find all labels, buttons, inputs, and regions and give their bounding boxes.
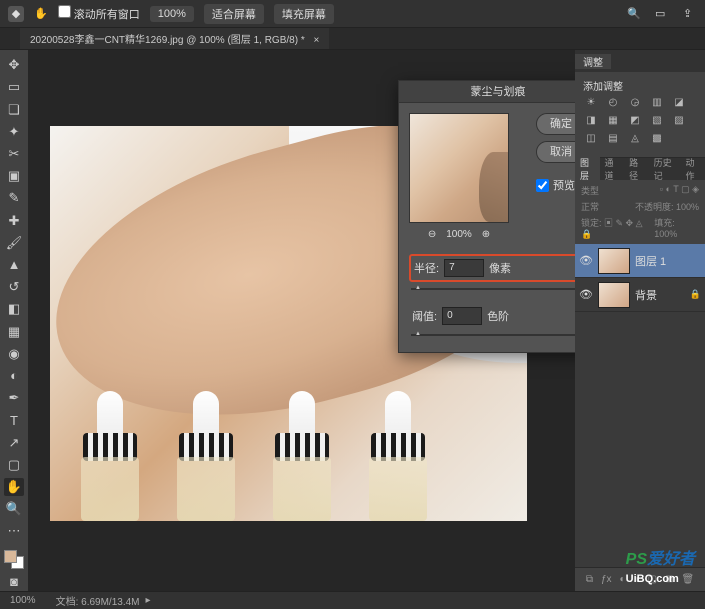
- tools-panel: ✥ ▭ ❏ ✦ ✂ ▣ ✎ ✚ 🖌 ▲ ↺ ◧ ▦ ◉ ◐ ✒ T ↗ ▢ ✋ …: [0, 50, 28, 591]
- threshold-label: 阈值:: [412, 308, 437, 324]
- blur-tool[interactable]: ◉: [4, 345, 24, 363]
- scroll-all-checkbox[interactable]: 滚动所有窗口: [58, 5, 140, 22]
- layer-thumbnail[interactable]: [598, 248, 630, 274]
- path-tool[interactable]: ↗: [4, 433, 24, 451]
- move-tool[interactable]: ✥: [4, 56, 24, 74]
- lock-icon: 🔒: [690, 289, 701, 300]
- radius-unit: 像素: [489, 260, 511, 276]
- watermark: PS爱好者 UiBQ.com: [626, 545, 695, 587]
- hand-tool[interactable]: ✋: [4, 478, 24, 496]
- history-brush-tool[interactable]: ↺: [4, 278, 24, 296]
- adjustments-tab[interactable]: 调整: [575, 54, 611, 69]
- gradient-tool[interactable]: ▦: [4, 322, 24, 340]
- right-panels: 调整 添加调整 ☀◴◶▥◪ ◨▦◩▧▨ ◫▤◬▩ 图层 通道 路径 历史记 动作…: [575, 50, 705, 591]
- pen-tool[interactable]: ✒: [4, 389, 24, 407]
- blend-mode-select[interactable]: 正常: [581, 200, 599, 213]
- history-tab[interactable]: 历史记: [649, 156, 681, 182]
- edit-toolbar[interactable]: ⋯: [4, 522, 24, 540]
- color-swatches[interactable]: [4, 550, 24, 568]
- options-bar: ◆ ✋ 滚动所有窗口 100% 适合屏幕 填充屏幕 🔍 ▭ ⇪: [0, 0, 705, 28]
- tab-filename: 20200528李鑫一CNT精华1269.jpg @ 100% (图层 1, R…: [30, 35, 305, 46]
- workspace-icon[interactable]: ▭: [655, 7, 669, 21]
- zoom-tool[interactable]: 🔍: [4, 500, 24, 518]
- actions-tab[interactable]: 动作: [680, 156, 705, 182]
- fit-screen-button[interactable]: 适合屏幕: [204, 4, 264, 24]
- fill-screen-button[interactable]: 填充屏幕: [274, 4, 334, 24]
- shape-tool[interactable]: ▢: [4, 456, 24, 474]
- marquee-tool[interactable]: ▭: [4, 78, 24, 96]
- frame-tool[interactable]: ▣: [4, 167, 24, 185]
- layer-list: 👁 图层 1 👁 背景 🔒: [575, 244, 705, 567]
- type-tool[interactable]: T: [4, 411, 24, 429]
- foreground-swatch[interactable]: [4, 550, 17, 563]
- zoom-percent: 100%: [446, 229, 472, 240]
- hand-tool-icon[interactable]: ✋: [34, 7, 48, 20]
- brush-tool[interactable]: 🖌: [4, 234, 24, 252]
- layer-thumbnail[interactable]: [598, 282, 630, 308]
- eyedropper-tool[interactable]: ✎: [4, 189, 24, 207]
- quickmask-tool[interactable]: ◙: [4, 573, 24, 591]
- add-adjustment-label: 添加调整: [583, 78, 697, 93]
- dodge-tool[interactable]: ◐: [4, 367, 24, 385]
- preview-checkbox[interactable]: [536, 179, 549, 192]
- crop-tool[interactable]: ✂: [4, 145, 24, 163]
- heal-tool[interactable]: ✚: [4, 211, 24, 229]
- radius-label: 半径:: [414, 260, 439, 276]
- visibility-icon[interactable]: 👁: [579, 254, 593, 267]
- radius-row: 半径: 7 像素: [409, 254, 575, 282]
- kind-label: 类型: [581, 184, 599, 197]
- layer-name[interactable]: 图层 1: [635, 253, 666, 269]
- radius-input[interactable]: 7: [444, 259, 484, 277]
- threshold-input[interactable]: 0: [442, 307, 482, 325]
- close-tab-icon[interactable]: ×: [314, 35, 320, 46]
- channels-tab[interactable]: 通道: [600, 156, 625, 182]
- ok-button[interactable]: 确定: [536, 113, 575, 135]
- app-logo: ◆: [8, 6, 24, 22]
- cancel-button[interactable]: 取消: [536, 141, 575, 163]
- document-tabs: 20200528李鑫一CNT精华1269.jpg @ 100% (图层 1, R…: [0, 28, 705, 50]
- radius-slider[interactable]: [411, 288, 575, 290]
- zoom-level-button[interactable]: 100%: [150, 6, 194, 22]
- layer-row[interactable]: 👁 背景 🔒: [575, 278, 705, 312]
- threshold-row: 阈值: 0 色阶: [409, 304, 575, 328]
- status-zoom[interactable]: 100%: [10, 595, 36, 606]
- share-icon[interactable]: ⇪: [683, 7, 697, 21]
- document-tab[interactable]: 20200528李鑫一CNT精华1269.jpg @ 100% (图层 1, R…: [20, 28, 329, 49]
- layer-name[interactable]: 背景: [635, 287, 657, 303]
- visibility-icon[interactable]: 👁: [579, 288, 593, 301]
- threshold-unit: 色阶: [487, 308, 509, 324]
- link-layers-icon[interactable]: ⧉: [586, 574, 593, 585]
- paths-tab[interactable]: 路径: [624, 156, 649, 182]
- fx-icon[interactable]: ƒx: [601, 574, 612, 585]
- preview-label: 预览: [553, 177, 575, 193]
- wand-tool[interactable]: ✦: [4, 123, 24, 141]
- status-doc-size: 文档: 6.69M/13.4M: [56, 593, 140, 608]
- lasso-tool[interactable]: ❏: [4, 100, 24, 118]
- layers-tab[interactable]: 图层: [575, 156, 600, 182]
- dust-scratches-dialog: 蒙尘与划痕 确定 取消 预览 ⊖ 100% ⊕ 半径:: [398, 80, 575, 353]
- zoom-in-icon[interactable]: ⊕: [482, 229, 490, 240]
- zoom-out-icon[interactable]: ⊖: [428, 229, 436, 240]
- search-icon[interactable]: 🔍: [627, 7, 641, 21]
- dialog-title: 蒙尘与划痕: [399, 81, 575, 103]
- threshold-slider[interactable]: [411, 334, 575, 336]
- stamp-tool[interactable]: ▲: [4, 256, 24, 274]
- preview-image[interactable]: [409, 113, 509, 223]
- status-bar: 100% 文档: 6.69M/13.4M ▸: [0, 591, 705, 609]
- eraser-tool[interactable]: ◧: [4, 300, 24, 318]
- canvas-area[interactable]: 蒙尘与划痕 确定 取消 预览 ⊖ 100% ⊕ 半径:: [28, 50, 575, 591]
- layer-row[interactable]: 👁 图层 1: [575, 244, 705, 278]
